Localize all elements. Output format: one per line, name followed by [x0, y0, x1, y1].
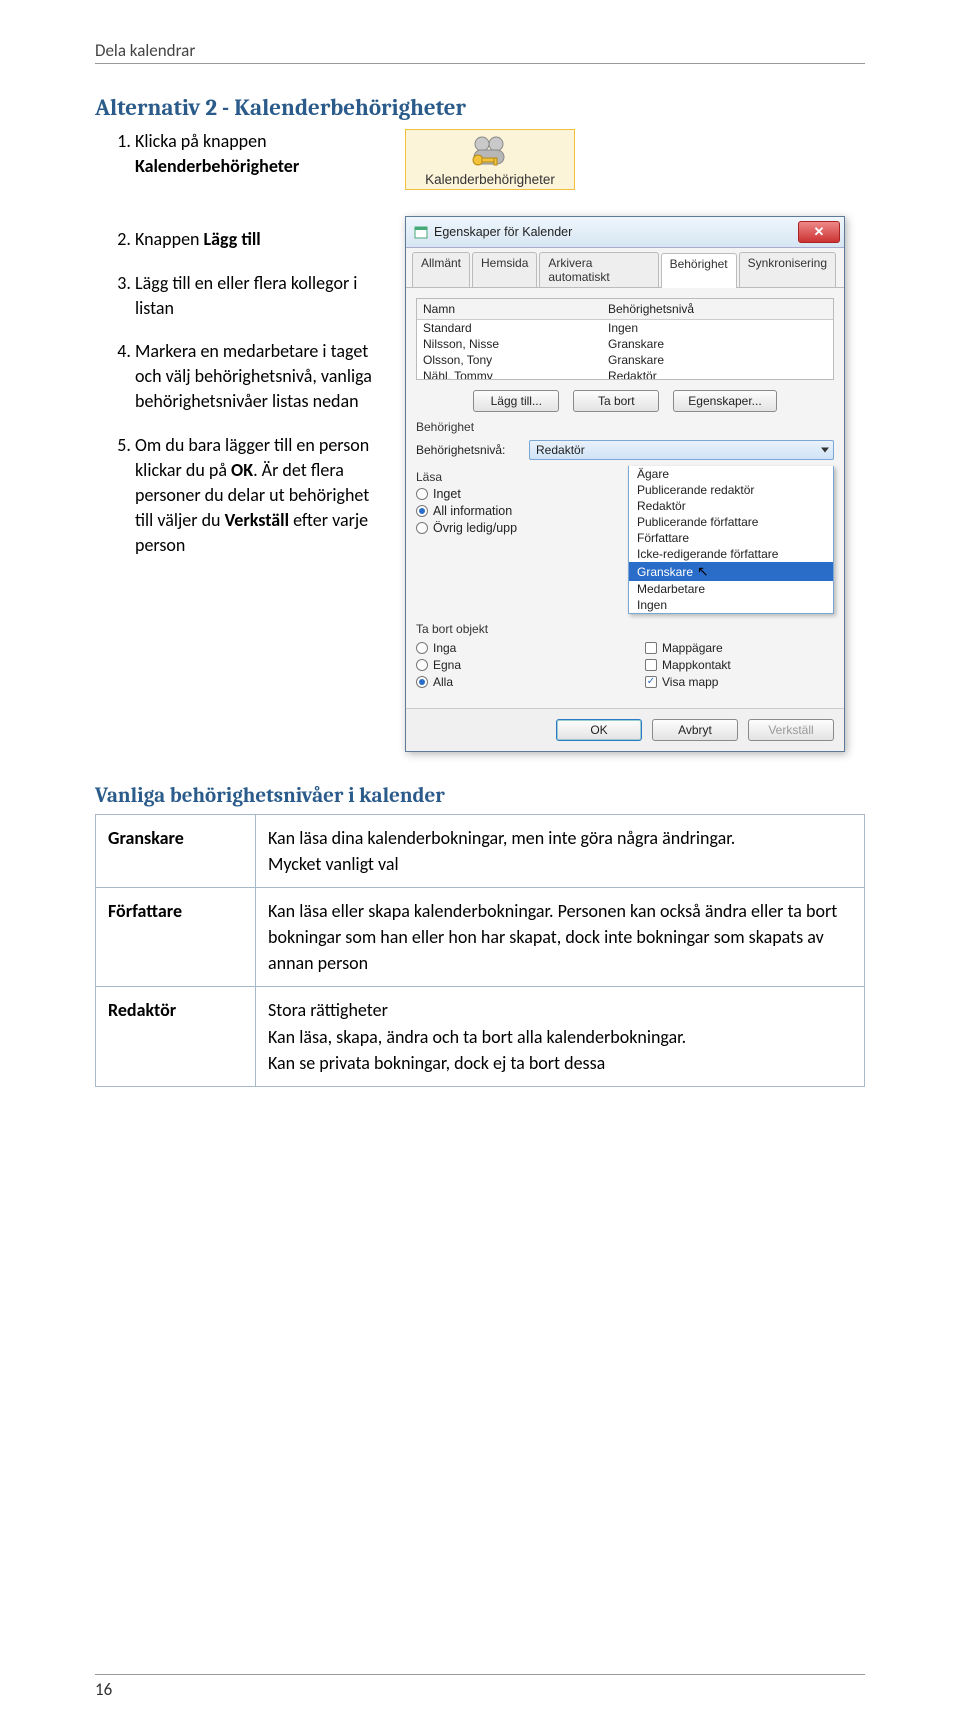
levels-heading: Vanliga behörighetsnivåer i kalender: [95, 784, 865, 808]
radio-del-alla[interactable]: Alla: [416, 675, 605, 689]
chk-mappagare[interactable]: Mappägare: [645, 641, 834, 655]
level-label: Behörighetsnivå:: [416, 443, 521, 457]
dd-option[interactable]: Medarbetare: [629, 581, 833, 597]
role-name: Redaktör: [96, 987, 256, 1086]
tab-synk[interactable]: Synkronisering: [739, 252, 836, 287]
tab-bar: Allmänt Hemsida Arkivera automatiskt Beh…: [406, 248, 844, 288]
role-name: Författare: [96, 888, 256, 987]
level-dropdown[interactable]: Redaktör: [529, 440, 834, 460]
step-2: Knappen Lägg till: [135, 227, 375, 252]
tab-arkivera[interactable]: Arkivera automatiskt: [539, 252, 658, 287]
cursor-icon: ↖: [697, 563, 709, 579]
tab-behorighet[interactable]: Behörighet: [661, 253, 737, 288]
level-dropdown-value: Redaktör: [536, 443, 585, 457]
calendar-permissions-label: Kalenderbehörigheter: [414, 172, 566, 187]
page-header: Dela kalendrar: [95, 40, 865, 61]
roles-table: Granskare Kan läsa dina kalenderbokninga…: [95, 814, 865, 1087]
calendar-permissions-button[interactable]: Kalenderbehörigheter: [405, 129, 575, 190]
step-5: Om du bara lägger till en person klickar…: [135, 433, 375, 559]
permissions-list[interactable]: Namn Behörighetsnivå StandardIngen Nilss…: [416, 298, 834, 380]
radio-read-inget[interactable]: Inget: [416, 487, 616, 501]
step-1: Klicka på knappen Kalenderbehörigheter: [135, 129, 375, 179]
read-group-label: Läsa: [416, 470, 616, 484]
dd-option[interactable]: Ägare: [629, 466, 833, 482]
role-name: Granskare: [96, 815, 256, 888]
step-3: Lägg till en eller flera kollegor i list…: [135, 271, 375, 321]
role-desc: Kan läsa eller skapa kalenderbokningar. …: [256, 888, 865, 987]
footer-rule: [95, 1674, 865, 1675]
calendar-icon: [414, 225, 428, 239]
dialog-title: Egenskaper för Kalender: [434, 225, 572, 239]
people-key-icon: [466, 134, 514, 170]
ok-button[interactable]: OK: [556, 719, 642, 741]
close-button[interactable]: ✕: [798, 221, 840, 243]
chk-mappkontakt[interactable]: Mappkontakt: [645, 658, 834, 672]
radio-del-egna[interactable]: Egna: [416, 658, 605, 672]
add-button[interactable]: Lägg till...: [473, 390, 559, 412]
list-row[interactable]: Olsson, TonyGranskare: [417, 352, 833, 368]
group-permission: Behörighet: [416, 420, 834, 434]
dd-option[interactable]: Författare: [629, 530, 833, 546]
radio-read-all[interactable]: All information: [416, 504, 616, 518]
chevron-down-icon: [821, 448, 829, 453]
step-4: Markera en medarbetare i taget och välj …: [135, 339, 375, 415]
col-level: Behörighetsnivå: [608, 302, 694, 316]
properties-button[interactable]: Egenskaper...: [673, 390, 776, 412]
role-desc: Stora rättigheter Kan läsa, skapa, ändra…: [256, 987, 865, 1086]
header-rule: [95, 63, 865, 64]
tab-hemsida[interactable]: Hemsida: [472, 252, 537, 287]
col-name: Namn: [423, 302, 608, 316]
list-row[interactable]: StandardIngen: [417, 320, 833, 336]
dd-option[interactable]: Icke-redigerande författare: [629, 546, 833, 562]
role-desc: Kan läsa dina kalenderbokningar, men int…: [256, 815, 865, 888]
dd-option[interactable]: Ingen: [629, 597, 833, 613]
remove-button[interactable]: Ta bort: [573, 390, 659, 412]
dd-option[interactable]: Publicerande redaktör: [629, 482, 833, 498]
tab-allmant[interactable]: Allmänt: [412, 252, 470, 287]
dd-option[interactable]: Redaktör: [629, 498, 833, 514]
properties-dialog: Egenskaper för Kalender ✕ Allmänt Hemsid…: [405, 216, 845, 752]
section-heading: Alternativ 2 - Kalenderbehörigheter: [95, 94, 865, 121]
dd-option[interactable]: Publicerande författare: [629, 514, 833, 530]
dd-option-highlighted[interactable]: Granskare↖: [629, 562, 833, 581]
list-row[interactable]: Nähl, TommyRedaktör: [417, 368, 833, 380]
list-row[interactable]: Nilsson, NisseGranskare: [417, 336, 833, 352]
cancel-button[interactable]: Avbryt: [652, 719, 738, 741]
table-row: Granskare Kan läsa dina kalenderbokninga…: [96, 815, 865, 888]
delete-group-label: Ta bort objekt: [416, 622, 834, 636]
chk-visa-mapp[interactable]: Visa mapp: [645, 675, 834, 689]
apply-button[interactable]: Verkställ: [748, 719, 834, 741]
table-row: Redaktör Stora rättigheter Kan läsa, ska…: [96, 987, 865, 1086]
table-row: Författare Kan läsa eller skapa kalender…: [96, 888, 865, 987]
page-number: 16: [95, 1679, 865, 1700]
radio-del-inga[interactable]: Inga: [416, 641, 605, 655]
radio-read-ovrig[interactable]: Övrig ledig/upp: [416, 521, 616, 535]
